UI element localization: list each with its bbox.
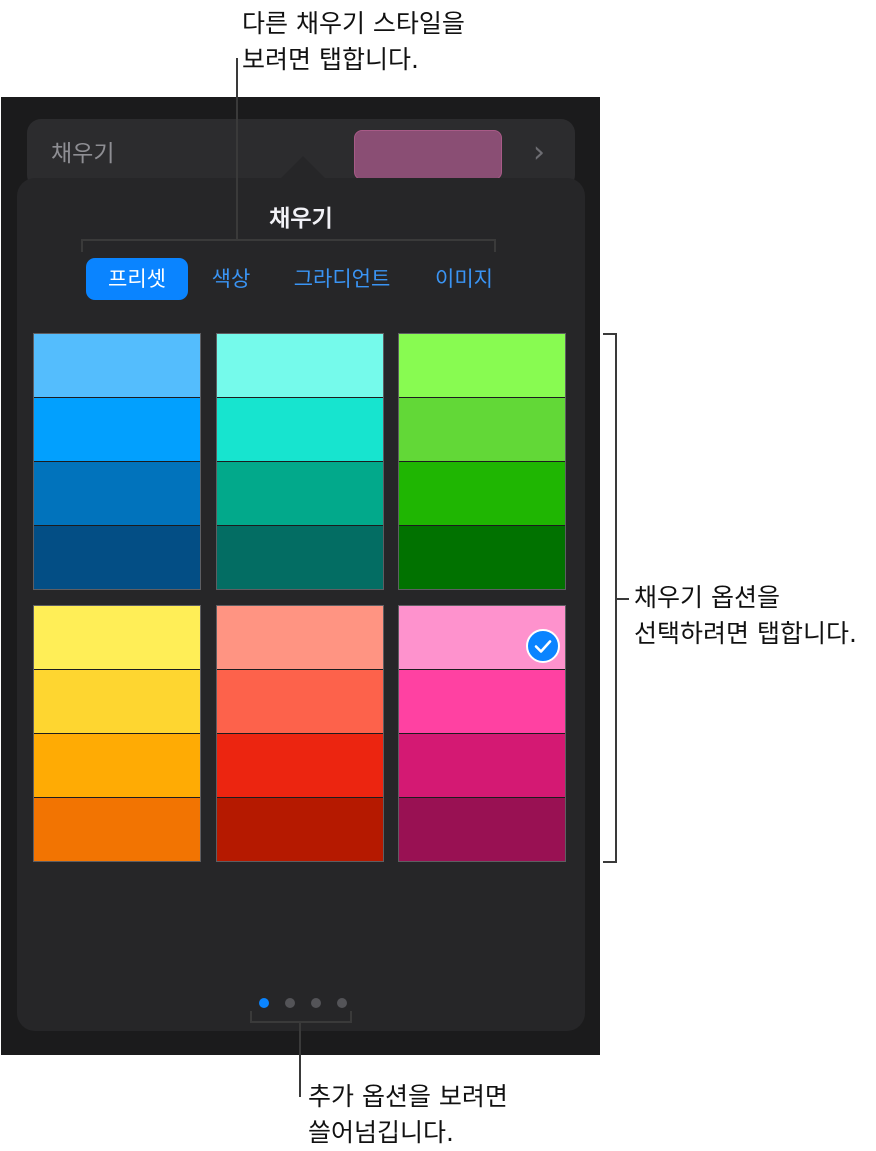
swatch-band (217, 670, 383, 734)
preset-swatch-pink[interactable] (398, 605, 566, 862)
page-dot[interactable] (285, 998, 295, 1008)
swatch-band (399, 670, 565, 734)
callout-swipe-line1: 추가 옵션을 보려면 (308, 1082, 508, 1111)
swatch-band (399, 398, 565, 462)
callout-leader-top (236, 58, 238, 240)
callout-presets-line1: 채우기 옵션을 (634, 583, 780, 612)
callout-bracket-right-top-tick (603, 333, 617, 335)
current-fill-preview[interactable] (354, 130, 502, 180)
swatch-band (217, 606, 383, 670)
callout-bracket-bottom-right-tick (350, 1011, 352, 1023)
callout-tabs-line1: 다른 채우기 스타일을 (242, 9, 465, 38)
page-dot[interactable] (311, 998, 321, 1008)
callout-bracket-right-bottom-tick (603, 861, 617, 863)
fill-row-label: 채우기 (51, 141, 115, 167)
callout-bracket-top-left-tick (81, 239, 83, 252)
swatch-band (217, 462, 383, 526)
tab-color[interactable]: 색상 (198, 258, 264, 300)
swatch-band (217, 526, 383, 589)
swatch-band (399, 734, 565, 798)
tab-gradient[interactable]: 그라디언트 (282, 258, 402, 300)
page-dot[interactable] (259, 998, 269, 1008)
swatch-band (399, 334, 565, 398)
callout-tabs-line2: 보려면 탭합니다. (242, 45, 419, 74)
callout-bracket-top (81, 239, 496, 241)
tab-presets[interactable]: 프리셋 (86, 258, 188, 300)
swatch-band (217, 798, 383, 861)
swatch-band (34, 334, 200, 398)
swatch-band (34, 526, 200, 589)
callout-presets-line2: 선택하려면 탭합니다. (634, 619, 857, 648)
swatch-band (34, 606, 200, 670)
page-indicator[interactable] (252, 998, 352, 1012)
swatch-band (34, 798, 200, 861)
preset-swatch-green[interactable] (398, 333, 566, 590)
swatch-band (399, 462, 565, 526)
preset-swatch-yellow[interactable] (33, 605, 201, 862)
chevron-right-icon: › (533, 135, 545, 170)
popover-title: 채우기 (269, 206, 333, 232)
swatch-band (399, 798, 565, 861)
swatch-band (34, 462, 200, 526)
swatch-band (399, 526, 565, 589)
callout-bracket-bottom-left-tick (250, 1011, 252, 1023)
callout-swipe-line2: 쓸어넘깁니다. (308, 1118, 454, 1147)
popover-arrow (281, 156, 325, 178)
swatch-band (34, 734, 200, 798)
preset-swatch-teal[interactable] (216, 333, 384, 590)
page-dot[interactable] (337, 998, 347, 1008)
callout-leader-bottom (299, 1021, 301, 1097)
callout-leader-right (615, 598, 629, 600)
callout-bracket-top-right-tick (494, 239, 496, 252)
swatch-band (217, 734, 383, 798)
swatch-band (217, 334, 383, 398)
tab-image[interactable]: 이미지 (424, 258, 504, 300)
callout-bracket-bottom (250, 1021, 352, 1023)
fill-popover: 채우기 프리셋 색상 그라디언트 이미지 (17, 156, 585, 1031)
preset-swatch-red[interactable] (216, 605, 384, 862)
checkmark-icon (526, 629, 560, 663)
swatch-band (34, 670, 200, 734)
swatch-band (34, 398, 200, 462)
swatch-band (217, 398, 383, 462)
preset-swatch-blue[interactable] (33, 333, 201, 590)
